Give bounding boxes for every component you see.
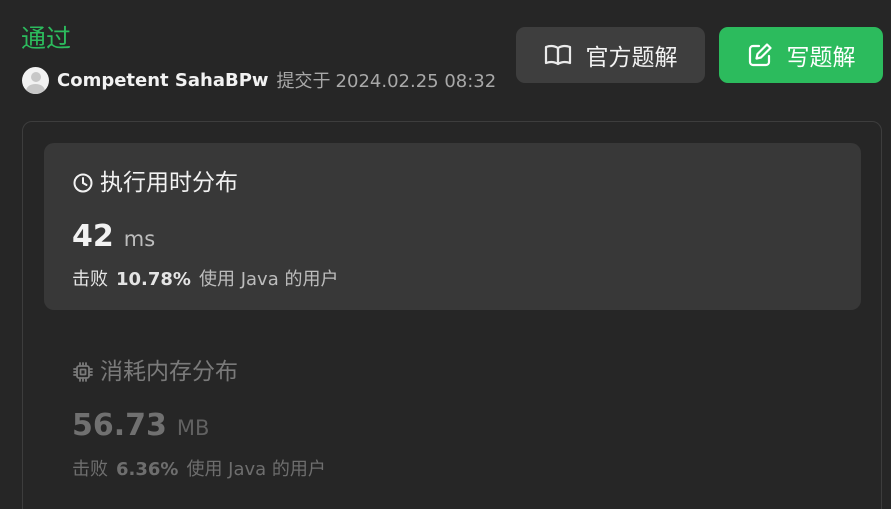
- edit-icon: [748, 43, 772, 67]
- author-row: Competent SahaBPw 提交于 2024.02.25 08:32: [22, 65, 501, 95]
- book-open-icon: [544, 44, 571, 66]
- runtime-header: 执行用时分布: [72, 167, 238, 199]
- write-solution-label: 写题解: [786, 45, 856, 71]
- submission-time: 提交于 2024.02.25 08:32: [277, 67, 502, 93]
- memory-beats: 击败 6.36% 使用 Java 的用户: [72, 455, 326, 481]
- memory-beat-suffix: 使用 Java 的用户: [186, 459, 326, 480]
- memory-panel[interactable]: 消耗内存分布 56.73 MB 击败 6.36% 使用 Java 的用户: [44, 334, 861, 504]
- runtime-beats: 击败 10.78% 使用 Java 的用户: [72, 265, 338, 291]
- runtime-title: 执行用时分布: [100, 170, 238, 196]
- runtime-beat-percent: 10.78%: [116, 269, 191, 290]
- memory-title: 消耗内存分布: [100, 359, 238, 385]
- official-solution-button[interactable]: 官方题解: [516, 27, 705, 83]
- submitted-time: 2024.02.25 08:32: [335, 71, 497, 92]
- clock-icon: [73, 173, 93, 193]
- memory-number: 56.73: [72, 408, 167, 443]
- chip-icon: [73, 362, 93, 382]
- runtime-value: 42 ms: [72, 219, 155, 254]
- memory-value: 56.73 MB: [72, 408, 209, 443]
- memory-beat-percent: 6.36%: [116, 459, 179, 480]
- submission-detail-page: 通过 Competent SahaBPw 提交于 2024.02.25 08:32…: [0, 0, 891, 509]
- memory-beat-label: 击败: [72, 459, 108, 480]
- runtime-beat-suffix: 使用 Java 的用户: [198, 269, 339, 290]
- avatar[interactable]: [22, 66, 49, 94]
- author-name[interactable]: Competent SahaBPw: [57, 70, 269, 91]
- runtime-beat-label: 击败: [72, 269, 108, 290]
- submitted-label: 提交于: [276, 71, 331, 92]
- memory-header: 消耗内存分布: [72, 356, 238, 388]
- official-solution-label: 官方题解: [585, 45, 678, 71]
- submission-status: 通过: [21, 24, 72, 53]
- memory-unit: MB: [176, 416, 210, 440]
- runtime-unit: ms: [123, 227, 156, 251]
- write-solution-button[interactable]: 写题解: [719, 27, 883, 83]
- runtime-panel[interactable]: 执行用时分布 42 ms 击败 10.78% 使用 Java 的用户: [44, 143, 861, 310]
- runtime-number: 42: [72, 219, 114, 254]
